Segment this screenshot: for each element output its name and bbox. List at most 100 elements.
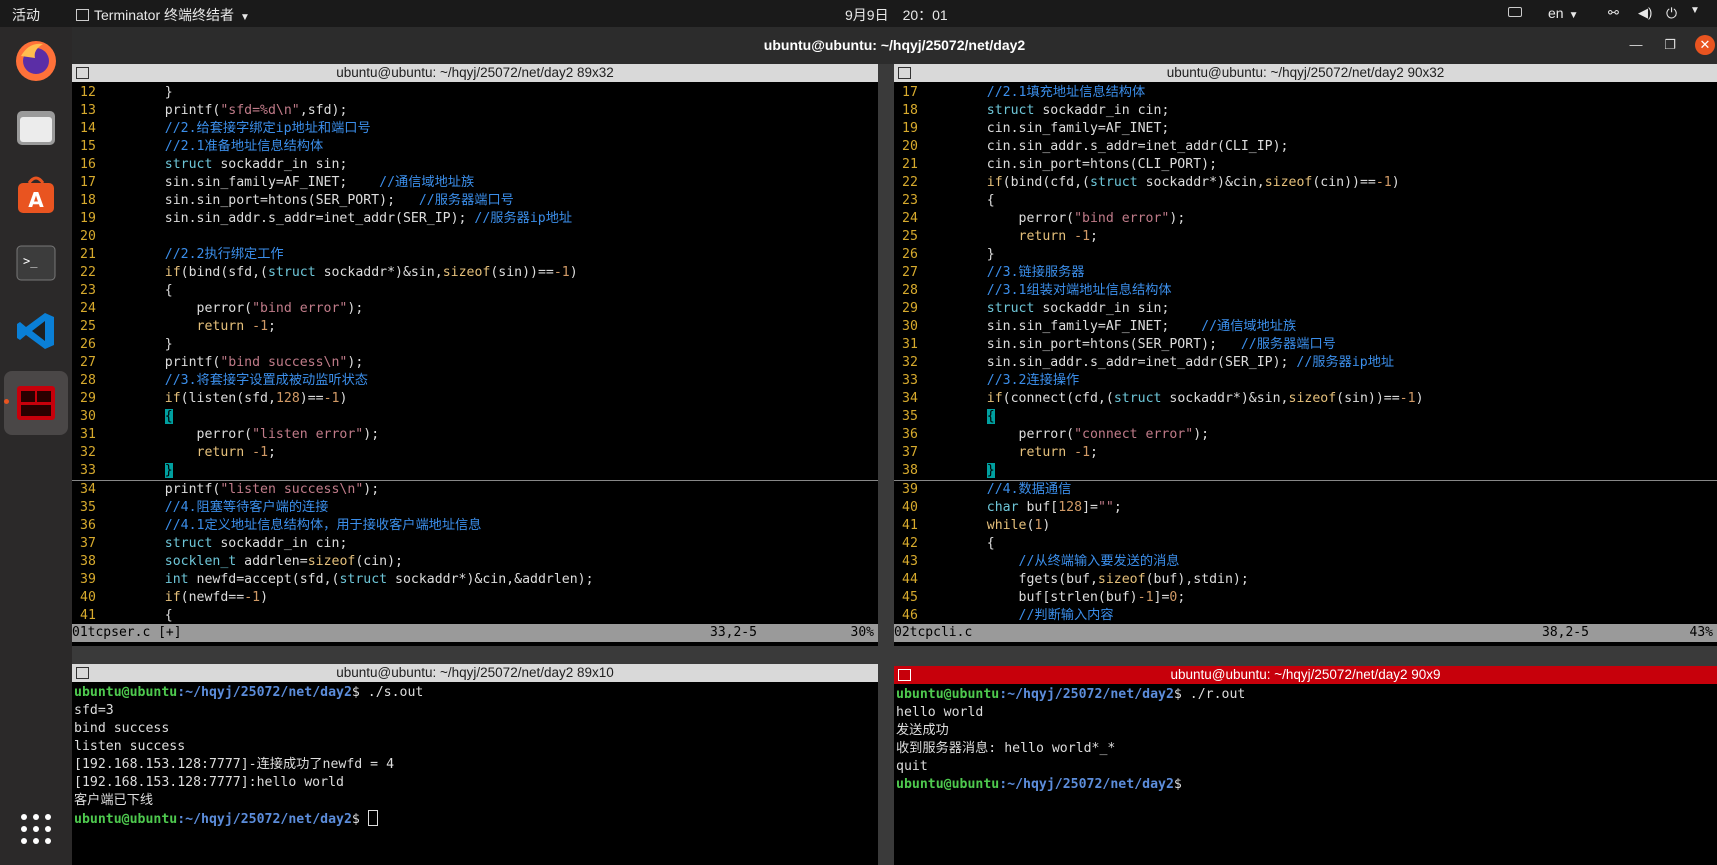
clock[interactable]: 9月9日 20：01 — [845, 5, 948, 25]
line-number: 29 — [902, 301, 918, 316]
chevron-down-icon[interactable]: ▼ — [1690, 5, 1700, 16]
line-number: 35 — [902, 409, 918, 424]
output-line: [192.168.153.128:7777]-连接成功了newfd = 4 — [74, 757, 395, 772]
show-apps-icon[interactable] — [10, 803, 62, 855]
vertical-splitter[interactable] — [878, 64, 894, 865]
vim-editor[interactable]: 12 } 13 printf("sfd=%d\n",sfd); 14 //2.给套接… — [72, 84, 878, 624]
line-number: 35 — [80, 500, 96, 515]
vim-editor[interactable]: 17 //2.1填充地址信息结构体 18 struct sockaddr_in c… — [894, 84, 1717, 624]
line-number: 25 — [902, 229, 918, 244]
activities-button[interactable]: 活动 — [12, 5, 40, 25]
line-number: 22 — [902, 175, 918, 190]
code-line: 15 //2.1准备地址信息结构体 — [72, 138, 878, 156]
line-number: 39 — [80, 572, 96, 587]
terminal-output[interactable]: ubuntu@ubuntu:~/hqyj/25072/net/day2$ ./s… — [74, 684, 878, 828]
horizontal-splitter[interactable] — [72, 646, 878, 664]
line-number: 30 — [80, 409, 96, 424]
pane-title: ubuntu@ubuntu: ~/hqyj/25072/net/day2 90x… — [1170, 667, 1441, 682]
pane-titlebar-active[interactable]: ubuntu@ubuntu: ~/hqyj/25072/net/day2 90x… — [894, 666, 1717, 684]
pane-titlebar[interactable]: ubuntu@ubuntu: ~/hqyj/25072/net/day2 89x… — [72, 64, 878, 82]
window-titlebar[interactable]: ubuntu@ubuntu: ~/hqyj/25072/net/day2 — ❐… — [72, 27, 1717, 64]
line-number: 32 — [902, 355, 918, 370]
code-line: 41 { — [72, 607, 878, 624]
volume-icon[interactable]: ◀) — [1638, 5, 1652, 21]
keyboard-icon[interactable] — [1508, 7, 1522, 17]
line-number: 34 — [902, 391, 918, 406]
line-number: 27 — [80, 355, 96, 370]
line-number: 33 — [80, 463, 96, 478]
language-label: en — [1548, 5, 1564, 21]
prompt-line: ubuntu@ubuntu:~/hqyj/25072/net/day2$ — [74, 810, 878, 828]
app-menu[interactable]: Terminator 终端终结者 ▼ — [76, 5, 250, 25]
window-title: ubuntu@ubuntu: ~/hqyj/25072/net/day2 — [763, 37, 1026, 53]
code-line: 16 struct sockaddr_in sin; — [72, 156, 878, 174]
code-line: 29 struct sockaddr_in sin; — [894, 300, 1717, 318]
code-line: 17 sin.sin_family=AF_INET; //通信域地址族 — [72, 174, 878, 192]
line-number: 34 — [80, 482, 96, 497]
terminal-icon[interactable]: >_ — [10, 237, 62, 289]
code-line: 32 sin.sin_addr.s_addr=inet_addr(SER_IP)… — [894, 354, 1717, 372]
code-line: 36 perror("connect error"); — [894, 426, 1717, 444]
maximize-icon[interactable]: ❐ — [1660, 35, 1680, 55]
code-line: 35 //4.阻塞等待客户端的连接 — [72, 499, 878, 517]
terminal-grid-icon — [898, 669, 911, 681]
close-icon[interactable]: ✕ — [1695, 35, 1715, 55]
terminal-app-icon — [76, 9, 89, 21]
line-number: 43 — [902, 554, 918, 569]
horizontal-splitter[interactable] — [894, 646, 1717, 666]
line-number: 36 — [902, 427, 918, 442]
cursorline-divider — [72, 480, 878, 481]
code-line: 30 sin.sin_family=AF_INET; //通信域地址族 — [894, 318, 1717, 336]
minimize-icon[interactable]: — — [1626, 35, 1646, 55]
line-number: 44 — [902, 572, 918, 587]
line-number: 23 — [80, 283, 96, 298]
line-number: 26 — [902, 247, 918, 262]
status-position: 33,2-5 — [710, 625, 757, 640]
code-line: 18 struct sockaddr_in cin; — [894, 102, 1717, 120]
line-number: 24 — [80, 301, 96, 316]
terminator-icon[interactable] — [4, 371, 68, 435]
output-line: 客户端已下线 — [74, 793, 154, 808]
pane-bottom-left[interactable]: ubuntu@ubuntu: ~/hqyj/25072/net/day2 89x… — [72, 664, 878, 865]
code-line: 28 //3.1组装对端地址信息结构体 — [894, 282, 1717, 300]
code-line: 13 printf("sfd=%d\n",sfd); — [72, 102, 878, 120]
pane-titlebar[interactable]: ubuntu@ubuntu: ~/hqyj/25072/net/day2 89x… — [72, 664, 878, 682]
vim-statusline: 02tcpcli.c 38,2-5 43% — [894, 624, 1717, 642]
files-icon[interactable] — [10, 101, 62, 153]
pane-top-right[interactable]: ubuntu@ubuntu: ~/hqyj/25072/net/day2 90x… — [894, 64, 1717, 646]
code-line: 40 char buf[128]=""; — [894, 499, 1717, 517]
code-line: 40 if(newfd==-1) — [72, 589, 878, 607]
line-number: 29 — [80, 391, 96, 406]
code-line: 25 return -1; — [72, 318, 878, 336]
software-center-icon[interactable]: A — [10, 169, 62, 221]
power-icon[interactable]: ⏻ — [1666, 5, 1677, 22]
line-number: 18 — [80, 193, 96, 208]
terminal-grid-icon — [76, 67, 89, 79]
pane-top-left[interactable]: ubuntu@ubuntu: ~/hqyj/25072/net/day2 89x… — [72, 64, 878, 646]
line-number: 17 — [902, 85, 918, 100]
line-number: 21 — [902, 157, 918, 172]
code-line: 46 //判断输入内容 — [894, 607, 1717, 624]
terminal-output[interactable]: ubuntu@ubuntu:~/hqyj/25072/net/day2$ ./r… — [896, 686, 1717, 794]
line-number: 23 — [902, 193, 918, 208]
line-number: 25 — [80, 319, 96, 334]
pane-bottom-right[interactable]: ubuntu@ubuntu: ~/hqyj/25072/net/day2 90x… — [894, 666, 1717, 865]
network-icon[interactable]: ⚯ — [1608, 5, 1619, 21]
line-number: 20 — [80, 229, 96, 244]
line-number: 38 — [902, 463, 918, 478]
vscode-icon[interactable] — [10, 305, 62, 357]
line-number: 22 — [80, 265, 96, 280]
language-selector[interactable]: en ▼ — [1548, 5, 1578, 21]
firefox-icon[interactable] — [10, 35, 62, 87]
code-line: 42 { — [894, 535, 1717, 553]
code-line: 22 if(bind(sfd,(struct sockaddr*)&sin,si… — [72, 264, 878, 282]
pane-titlebar[interactable]: ubuntu@ubuntu: ~/hqyj/25072/net/day2 90x… — [894, 64, 1717, 82]
line-number: 41 — [902, 518, 918, 533]
code-line: 26 } — [72, 336, 878, 354]
line-number: 26 — [80, 337, 96, 352]
code-line: 29 if(listen(sfd,128)==-1) — [72, 390, 878, 408]
terminal-grid-icon — [76, 667, 89, 679]
code-line: 34 if(connect(cfd,(struct sockaddr*)&sin… — [894, 390, 1717, 408]
code-line: 24 perror("bind error"); — [72, 300, 878, 318]
status-percent: 30% — [850, 625, 874, 640]
